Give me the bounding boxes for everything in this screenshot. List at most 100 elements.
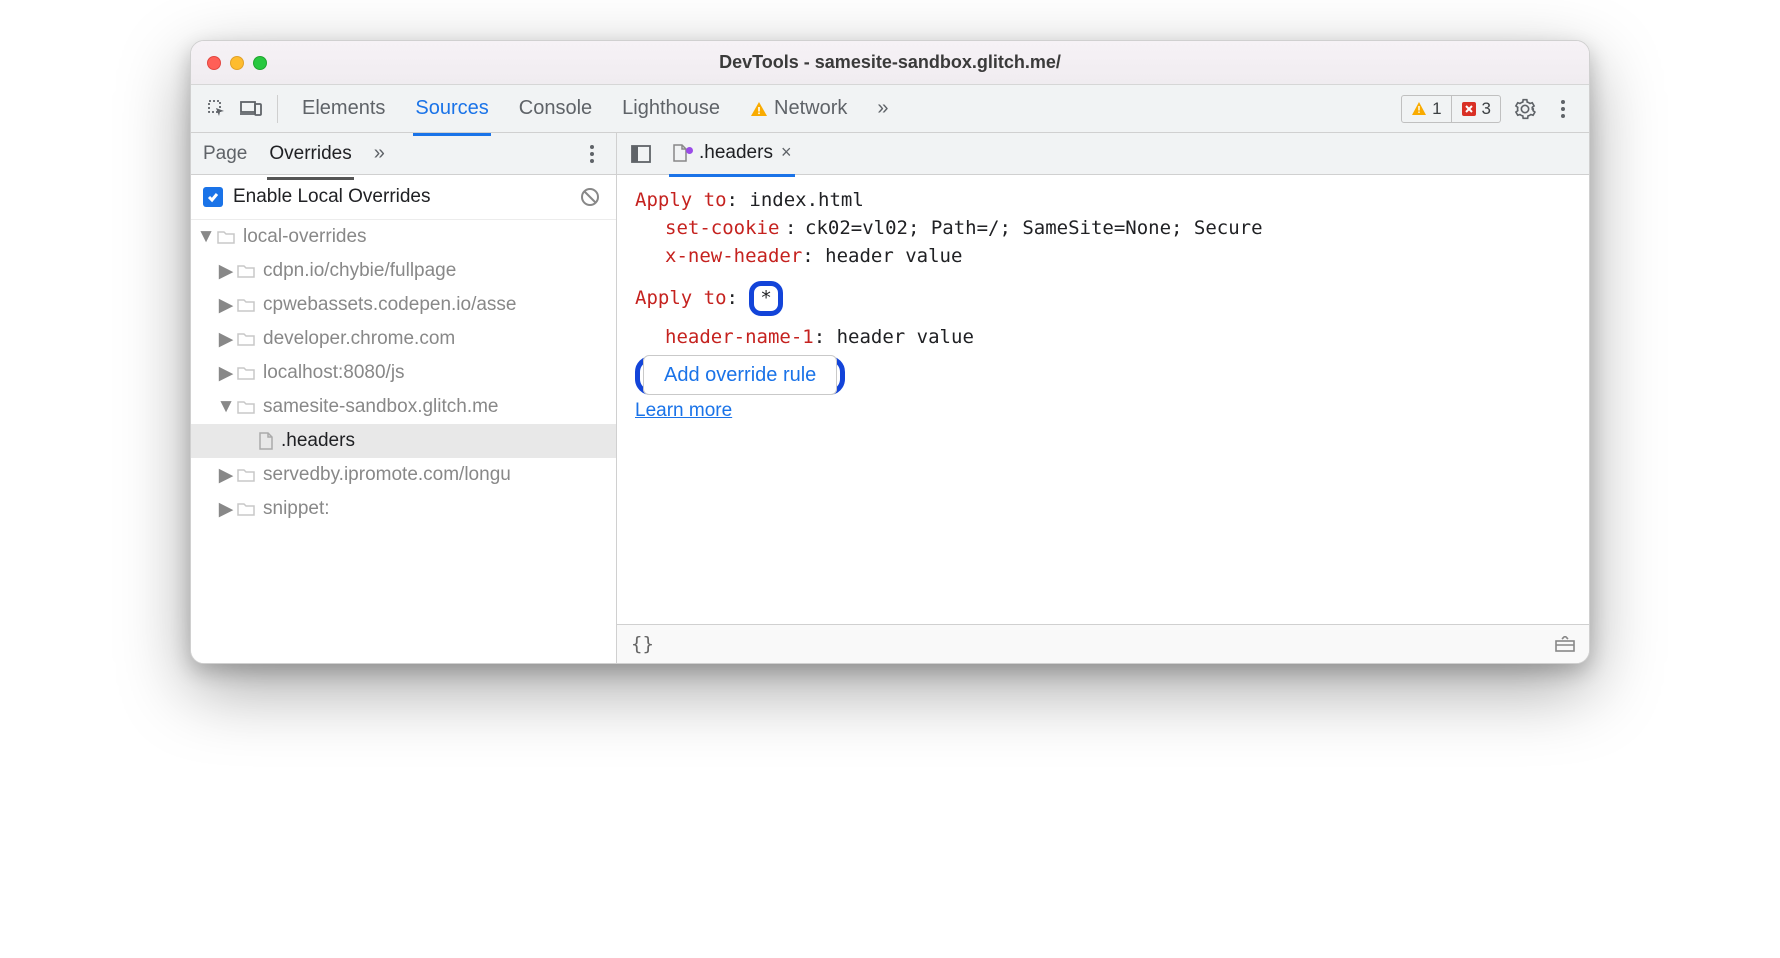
tree-file-label: .headers <box>281 430 355 452</box>
tree-folder[interactable]: ▶ servedby.ipromote.com/longu <box>191 458 616 492</box>
folder-icon <box>237 502 255 516</box>
headers-editor[interactable]: Apply to: index.html set-cookie : ck02=v… <box>617 175 1589 625</box>
tree-folder[interactable]: ▶ cpwebassets.codepen.io/asse <box>191 288 616 322</box>
sources-sidebar: Page Overrides » Enable Local Overrides <box>191 133 617 663</box>
sidebar-tabs-overflow[interactable]: » <box>372 134 387 173</box>
tree-folder-label: servedby.ipromote.com/longu <box>263 464 511 486</box>
chevron-down-icon: ▼ <box>199 226 213 248</box>
tree-folder[interactable]: ▶ developer.chrome.com <box>191 322 616 356</box>
add-override-rule-button[interactable]: Add override rule <box>643 355 837 395</box>
tree-folder-label: samesite-sandbox.glitch.me <box>263 396 499 418</box>
main-toolbar: Elements Sources Console Lighthouse Netw… <box>191 85 1589 133</box>
sidebar-tab-page[interactable]: Page <box>201 135 249 173</box>
sidebar-tabs: Page Overrides » <box>191 133 616 175</box>
tree-folder[interactable]: ▶ cdpn.io/chybie/fullpage <box>191 254 616 288</box>
tree-folder-expanded[interactable]: ▼ samesite-sandbox.glitch.me <box>191 390 616 424</box>
tree-folder-label: snippet: <box>263 498 330 520</box>
learn-more-link[interactable]: Learn more <box>635 400 732 421</box>
show-drawer-icon[interactable] <box>1555 636 1575 652</box>
tab-lighthouse[interactable]: Lighthouse <box>620 87 722 130</box>
enable-overrides-checkbox[interactable] <box>203 187 223 207</box>
chevron-right-icon: ▶ <box>219 464 233 487</box>
tree-folder[interactable]: ▶ snippet: <box>191 492 616 526</box>
apply-to-value: * <box>760 287 771 309</box>
modified-dot-icon <box>686 147 693 154</box>
highlighted-add-rule: Add override rule <box>635 356 845 395</box>
header-name[interactable]: x-new-header <box>665 245 802 267</box>
issues-badge[interactable]: 1 3 <box>1401 95 1501 123</box>
header-value[interactable]: header value <box>837 326 974 348</box>
enable-overrides-row: Enable Local Overrides <box>191 175 616 220</box>
tab-console[interactable]: Console <box>517 87 594 130</box>
toggle-navigator-icon[interactable] <box>627 140 655 168</box>
tree-folder-label: local-overrides <box>243 226 367 248</box>
chevron-right-icon: ▶ <box>219 260 233 283</box>
header-value[interactable]: ck02=vl02; Path=/; SameSite=None; Secure <box>805 217 1571 239</box>
folder-icon <box>237 400 255 414</box>
chevron-right-icon: ▶ <box>219 328 233 351</box>
highlighted-wildcard[interactable]: * <box>749 281 782 316</box>
toolbar-right: 1 3 <box>1401 95 1577 123</box>
apply-to-keyword: Apply to <box>635 287 727 309</box>
file-icon <box>259 432 273 450</box>
folder-icon <box>237 468 255 482</box>
warning-icon <box>1411 101 1427 117</box>
apply-to-value[interactable]: index.html <box>749 189 863 211</box>
header-name[interactable]: header-name-1 <box>665 326 814 348</box>
file-tree: ▼ local-overrides ▶ cdpn.io/chybie/fullp… <box>191 220 616 663</box>
folder-icon <box>237 264 255 278</box>
tab-network-label: Network <box>774 97 847 120</box>
header-name[interactable]: set-cookie <box>665 217 779 239</box>
pretty-print-icon[interactable]: {} <box>631 633 654 655</box>
chevron-down-icon: ▼ <box>219 396 233 418</box>
tab-sources[interactable]: Sources <box>413 87 490 130</box>
tab-elements[interactable]: Elements <box>300 87 387 130</box>
apply-to-keyword: Apply to <box>635 189 727 211</box>
panel-tabs: Elements Sources Console Lighthouse Netw… <box>300 87 891 130</box>
device-toolbar-icon[interactable] <box>237 95 265 123</box>
chevron-right-icon: ▶ <box>219 362 233 385</box>
warnings-count: 1 <box>1432 99 1441 119</box>
editor-tab-headers[interactable]: .headers × <box>669 135 795 173</box>
chevron-right-icon: ▶ <box>219 498 233 521</box>
folder-icon <box>237 332 255 346</box>
tree-folder[interactable]: ▶ localhost:8080/js <box>191 356 616 390</box>
settings-icon[interactable] <box>1511 95 1539 123</box>
more-menu-icon[interactable] <box>1549 95 1577 123</box>
tree-folder-label: localhost:8080/js <box>263 362 405 384</box>
tree-file-selected[interactable]: .headers <box>191 424 616 458</box>
warning-icon <box>750 100 768 118</box>
errors-badge[interactable]: 3 <box>1451 96 1500 122</box>
sidebar-more-icon[interactable] <box>578 140 606 168</box>
sidebar-tab-overrides[interactable]: Overrides <box>267 135 353 173</box>
tree-folder-label: developer.chrome.com <box>263 328 455 350</box>
errors-count: 3 <box>1482 99 1491 119</box>
tabs-overflow[interactable]: » <box>875 87 890 130</box>
folder-icon <box>217 230 235 244</box>
chevron-right-icon: ▶ <box>219 294 233 317</box>
editor-pane: .headers × Apply to: index.html set-cook… <box>617 133 1589 663</box>
window-title: DevTools - samesite-sandbox.glitch.me/ <box>191 52 1589 73</box>
enable-overrides-label: Enable Local Overrides <box>233 186 566 208</box>
file-icon <box>673 144 687 162</box>
editor-footer: {} <box>617 625 1589 663</box>
traffic-lights <box>207 56 267 70</box>
clear-overrides-icon[interactable] <box>576 183 604 211</box>
tab-network[interactable]: Network <box>748 87 849 130</box>
close-window-button[interactable] <box>207 56 221 70</box>
error-icon <box>1461 101 1477 117</box>
separator <box>277 95 278 123</box>
tree-folder-label: cpwebassets.codepen.io/asse <box>263 294 517 316</box>
folder-icon <box>237 366 255 380</box>
panel-body: Page Overrides » Enable Local Overrides <box>191 133 1589 663</box>
close-tab-icon[interactable]: × <box>781 142 792 163</box>
zoom-window-button[interactable] <box>253 56 267 70</box>
warnings-badge[interactable]: 1 <box>1402 96 1450 122</box>
devtools-window: DevTools - samesite-sandbox.glitch.me/ E… <box>190 40 1590 664</box>
editor-tabs: .headers × <box>617 133 1589 175</box>
minimize-window-button[interactable] <box>230 56 244 70</box>
header-value[interactable]: header value <box>825 245 962 267</box>
inspect-element-icon[interactable] <box>203 95 231 123</box>
folder-icon <box>237 298 255 312</box>
tree-folder-root[interactable]: ▼ local-overrides <box>191 220 616 254</box>
